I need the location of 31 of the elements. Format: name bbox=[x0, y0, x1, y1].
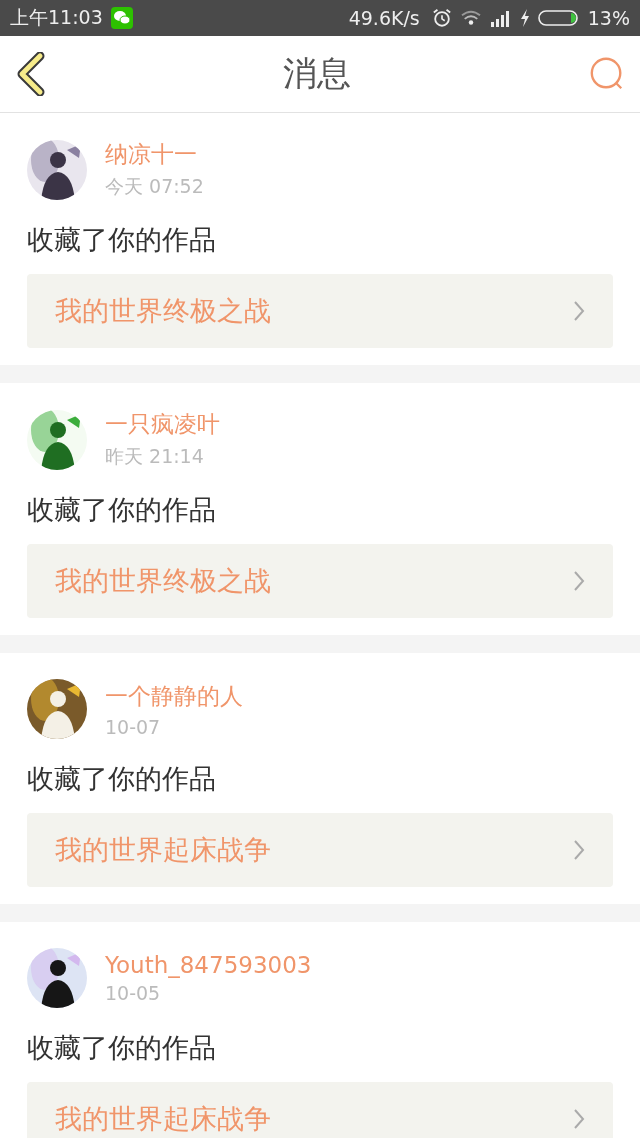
network-speed: 49.6K/s bbox=[348, 7, 420, 29]
message-text: 收藏了你的作品 bbox=[27, 1031, 217, 1065]
chevron-icon bbox=[573, 570, 585, 592]
back-button[interactable] bbox=[16, 52, 46, 96]
wifi-icon bbox=[459, 9, 482, 27]
battery-percent: 13% bbox=[587, 7, 630, 29]
battery-icon bbox=[537, 9, 580, 27]
message-time: 10-05 bbox=[105, 982, 162, 1004]
charging-icon bbox=[519, 9, 530, 27]
message-time: 今天 07:52 bbox=[105, 174, 204, 199]
message-text: 收藏了你的作品 bbox=[27, 493, 217, 527]
work-link[interactable]: 我的世界终极之战 bbox=[27, 544, 613, 618]
chat-app-icon bbox=[110, 7, 133, 29]
message-time: 昨天 21:14 bbox=[105, 444, 205, 469]
chevron-icon bbox=[573, 300, 585, 322]
work-link[interactable]: 我的世界终极之战 bbox=[27, 274, 613, 348]
message-text: 收藏了你的作品 bbox=[27, 762, 217, 796]
work-link[interactable]: 我的世界起床战争 bbox=[27, 813, 613, 887]
page-title: 消息 bbox=[283, 52, 351, 95]
user-name[interactable]: 一只疯凌叶 bbox=[105, 409, 220, 440]
status-time: 上午11:03 bbox=[10, 5, 103, 30]
chevron-icon bbox=[573, 1108, 585, 1130]
alarm-icon bbox=[431, 8, 452, 28]
user-name[interactable]: 纳凉十一 bbox=[105, 139, 204, 170]
chevron-icon bbox=[573, 839, 585, 861]
message-text: 收藏了你的作品 bbox=[27, 223, 217, 257]
user-name[interactable]: 一个静静的人 bbox=[105, 680, 243, 712]
work-link[interactable]: 我的世界起床战争 bbox=[27, 1082, 613, 1138]
signal-icon bbox=[489, 9, 512, 27]
user-name[interactable]: Youth_847593003 bbox=[105, 952, 312, 978]
message-time: 10-07 bbox=[105, 715, 162, 738]
